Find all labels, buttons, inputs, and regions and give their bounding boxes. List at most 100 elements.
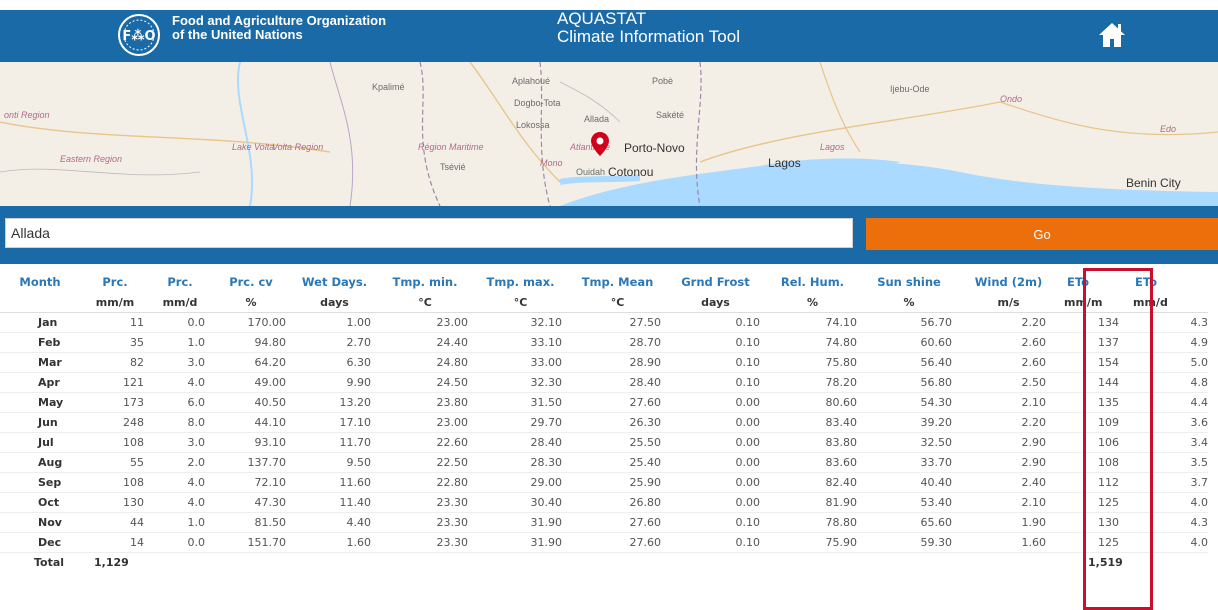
column-unit: days [292,292,377,313]
value-cell: 35 [80,332,150,353]
value-cell: 108 [1060,452,1127,473]
value-cell: 27.60 [568,512,667,533]
map-label: Ijebu-Ode [890,84,930,94]
empty-cell [210,553,292,573]
value-cell: 2.20 [957,412,1060,433]
month-cell: Jan [0,312,80,333]
value-cell: 27.50 [568,312,667,333]
value-cell: 44 [80,512,150,533]
value-cell: 33.00 [473,352,568,373]
month-cell: Mar [0,352,80,373]
table-row: Jul 108 3.0 93.10 11.70 22.60 28.40 25.50 0.00 83… [0,432,1208,453]
map-pin-icon[interactable] [591,132,609,156]
map-label: Benin City [1126,176,1181,190]
empty-cell [1127,553,1208,573]
value-cell: 22.80 [377,472,473,493]
value-cell: 11.60 [292,472,377,493]
value-cell: 2.10 [957,492,1060,513]
value-cell: 154 [1060,352,1127,373]
value-cell: 17.10 [292,412,377,433]
value-cell: 106 [1060,432,1127,453]
value-cell: 11.70 [292,432,377,453]
value-cell: 28.40 [568,372,667,393]
value-cell: 72.10 [210,472,292,493]
column-header[interactable]: Tmp. max. [473,270,568,292]
map-label: onti Region [4,110,50,120]
value-cell: 24.50 [377,372,473,393]
total-label: Total [34,556,65,569]
value-cell: 0.0 [150,312,210,333]
value-cell: 33.10 [473,332,568,353]
value-cell: 0.0 [150,532,210,553]
empty-cell [568,553,667,573]
table-row: Oct 130 4.0 47.30 11.40 23.30 30.40 26.80 0.00 81… [0,492,1208,513]
top-bar: F⁂O Food and Agriculture Organization of… [0,10,1218,62]
value-cell: 4.0 [1127,532,1208,553]
column-header[interactable]: Tmp. Mean [568,270,667,292]
column-header[interactable]: Prc. [80,270,150,292]
value-cell: 3.7 [1127,472,1208,493]
value-cell: 27.60 [568,392,667,413]
column-header[interactable]: Rel. Hum. [764,270,861,292]
home-button[interactable] [1097,20,1127,50]
column-header[interactable]: Prc. cv [210,270,292,292]
value-cell: 24.80 [377,352,473,373]
column-header[interactable]: ETo [1127,270,1208,292]
value-cell: 23.30 [377,512,473,533]
value-cell: 2.50 [957,372,1060,393]
value-cell: 56.80 [861,372,957,393]
location-search-input[interactable] [5,218,853,248]
value-cell: 13.20 [292,392,377,413]
value-cell: 6.30 [292,352,377,373]
value-cell: 137.70 [210,452,292,473]
total-precipitation: 1,129 [94,556,129,569]
value-cell: 9.50 [292,452,377,473]
value-cell: 83.60 [764,452,861,473]
location-map[interactable]: onti Region Kpalimé Aplahoué Dogbo-Tota … [0,62,1218,206]
month-cell: Aug [0,452,80,473]
column-header[interactable]: Sun shine [861,270,957,292]
value-cell: 94.80 [210,332,292,353]
value-cell: 0.10 [667,532,764,553]
value-cell: 75.90 [764,532,861,553]
go-button[interactable]: Go [866,218,1218,250]
column-unit: % [210,292,292,313]
value-cell: 25.50 [568,432,667,453]
value-cell: 130 [80,492,150,513]
value-cell: 137 [1060,332,1127,353]
column-header[interactable]: Prc. [150,270,210,292]
value-cell: 60.60 [861,332,957,353]
value-cell: 2.40 [957,472,1060,493]
column-unit: °C [568,292,667,313]
map-label: Dogbo-Tota [514,98,561,108]
month-cell: Jul [0,432,80,453]
value-cell: 29.70 [473,412,568,433]
column-header[interactable]: Tmp. min. [377,270,473,292]
value-cell: 83.40 [764,412,861,433]
table-row: Mar 82 3.0 64.20 6.30 24.80 33.00 28.90 0.10 75.8… [0,352,1208,373]
value-cell: 29.00 [473,472,568,493]
empty-cell [764,553,861,573]
value-cell: 3.0 [150,352,210,373]
value-cell: 2.60 [957,352,1060,373]
month-cell: Feb [0,332,80,353]
column-header[interactable]: Wind (2m) [957,270,1060,292]
value-cell: 2.60 [957,332,1060,353]
value-cell: 40.40 [861,472,957,493]
column-header[interactable]: ETo [1060,270,1127,292]
map-label: Edo [1160,124,1177,134]
value-cell: 25.40 [568,452,667,473]
month-cell: Dec [0,532,80,553]
column-header[interactable]: Wet Days. [292,270,377,292]
month-cell: May [0,392,80,413]
column-header[interactable]: Month [0,270,80,292]
empty-cell [957,553,1060,573]
column-header[interactable]: Grnd Frost [667,270,764,292]
value-cell: 4.3 [1127,512,1208,533]
value-cell: 108 [80,472,150,493]
value-cell: 44.10 [210,412,292,433]
value-cell: 109 [1060,412,1127,433]
table-row: Feb 35 1.0 94.80 2.70 24.40 33.10 28.70 0.10 74.8… [0,332,1208,353]
value-cell: 0.00 [667,472,764,493]
value-cell: 82.40 [764,472,861,493]
